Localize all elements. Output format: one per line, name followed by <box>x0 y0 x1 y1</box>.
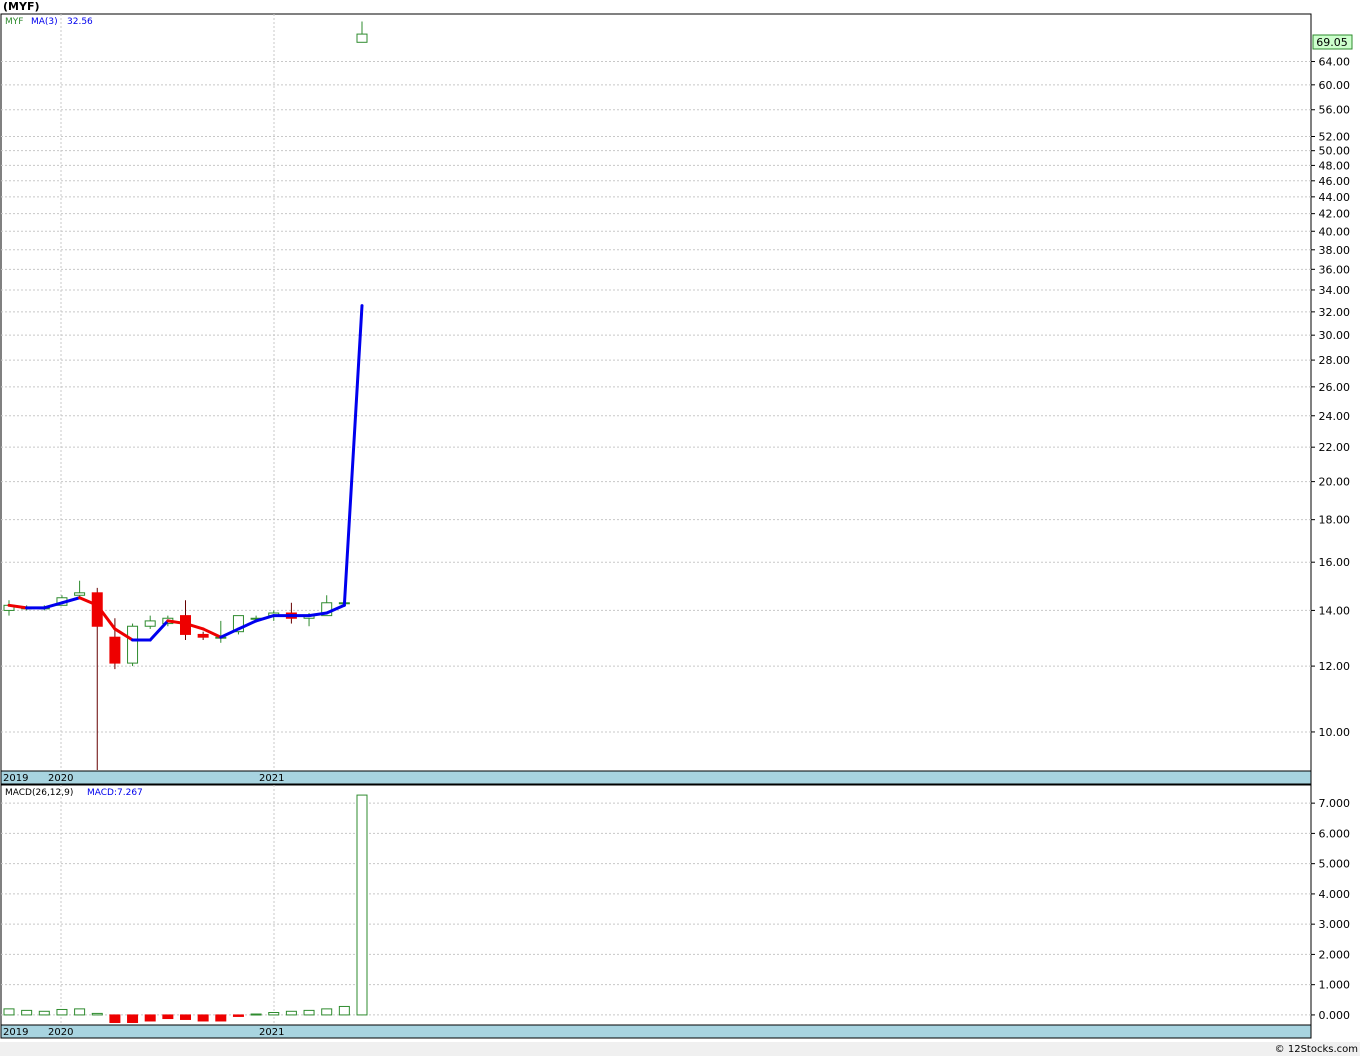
macd-bar <box>356 794 368 1016</box>
macd-bar <box>250 1013 262 1016</box>
macd-bar <box>74 1008 86 1016</box>
macd-bar <box>162 1014 174 1020</box>
macd-bar <box>215 1014 227 1022</box>
macd-panel <box>0 784 1312 1026</box>
symbol-label: MYF <box>5 17 23 27</box>
price-tick-label: 42.00 <box>1319 208 1351 221</box>
macd-bar <box>56 1008 68 1016</box>
price-tick-label: 64.00 <box>1319 56 1351 69</box>
price-tick-label: 38.00 <box>1319 244 1351 257</box>
x-axis-label: 2021 <box>259 1027 284 1038</box>
price-tick-label: 44.00 <box>1319 191 1351 204</box>
price-tick-label: 34.00 <box>1319 284 1351 297</box>
macd-bar <box>338 1005 350 1016</box>
macd-bar <box>21 1009 33 1016</box>
price-time-strip <box>0 770 1312 785</box>
x-axis-label: 2019 <box>3 1027 28 1038</box>
chart-svg: (MYF) 10.00 12.00 14.00 16.00 18.00 20.00 22.0… <box>0 0 1360 1056</box>
price-tick-label: 28.00 <box>1319 354 1351 367</box>
macd-bar <box>3 1008 15 1016</box>
macd-tick-label: 7.000 <box>1319 797 1351 810</box>
macd-bar <box>232 1014 244 1017</box>
macd-value-label: MACD:7.267 <box>87 788 143 798</box>
macd-bar <box>303 1009 315 1016</box>
price-tick-label: 22.00 <box>1319 441 1351 454</box>
x-axis-label: 2020 <box>48 1027 73 1038</box>
macd-tick-label: 1.000 <box>1319 979 1351 992</box>
macd-bar <box>91 1012 103 1016</box>
candle-body <box>109 636 121 664</box>
price-tick-label: 18.00 <box>1319 514 1351 527</box>
macd-bar <box>180 1014 191 1020</box>
ma-label: MA(3) <box>31 17 58 27</box>
macd-bar <box>38 1010 50 1016</box>
macd-tick-label: 3.000 <box>1319 918 1351 931</box>
candle-body <box>74 592 86 596</box>
macd-tick-label: 2.000 <box>1319 948 1351 961</box>
macd-bar <box>127 1014 139 1023</box>
price-tick-label: 26.00 <box>1319 381 1351 394</box>
price-tick-label: 50.00 <box>1319 145 1351 158</box>
stock-chart: (MYF) 10.00 12.00 14.00 16.00 18.00 20.00 22.0… <box>0 0 1360 1060</box>
chart-title: (MYF) <box>3 0 39 13</box>
price-tick-label: 24.00 <box>1319 410 1351 423</box>
macd-bar <box>285 1010 297 1016</box>
candle <box>127 623 139 667</box>
macd-bar <box>197 1014 209 1022</box>
macd-tick-label: 6.000 <box>1319 827 1351 840</box>
x-axis-label: 2019 <box>3 773 28 784</box>
price-tick-label: 52.00 <box>1319 131 1351 144</box>
price-tick-label: 60.00 <box>1319 79 1351 92</box>
price-tick-label: 16.00 <box>1319 556 1351 569</box>
price-tick-label: 36.00 <box>1319 263 1351 276</box>
macd-label: MACD(26,12,9) <box>5 788 73 798</box>
x-axis-label: 2020 <box>48 773 73 784</box>
macd-tick-label: 0.000 <box>1319 1009 1351 1022</box>
macd-bar <box>109 1014 121 1023</box>
price-tick-label: 40.00 <box>1319 225 1351 238</box>
macd-bar <box>144 1014 156 1022</box>
price-tick-label: 46.00 <box>1319 175 1351 188</box>
candle-body <box>197 633 209 638</box>
x-axis-label: 2021 <box>259 773 284 784</box>
last-price-text: 69.05 <box>1316 36 1348 49</box>
candle-body <box>356 33 368 43</box>
candle-body <box>144 620 156 627</box>
macd-bar <box>268 1012 280 1016</box>
footer-bar <box>0 1042 1360 1056</box>
price-tick-label: 48.00 <box>1319 159 1351 172</box>
price-tick-label: 20.00 <box>1319 476 1351 489</box>
macd-tick-label: 4.000 <box>1319 888 1351 901</box>
price-tick-label: 32.00 <box>1319 306 1351 319</box>
price-tick-label: 56.00 <box>1319 104 1351 117</box>
price-tick-label: 10.00 <box>1319 726 1351 739</box>
price-tick-label: 30.00 <box>1319 329 1351 342</box>
macd-bar <box>321 1008 333 1016</box>
macd-time-strip <box>0 1024 1312 1039</box>
candle-body <box>127 625 139 664</box>
price-tick-label: 14.00 <box>1319 604 1351 617</box>
price-panel <box>0 13 1312 772</box>
ma-value: 32.56 <box>67 17 93 27</box>
macd-tick-label: 5.000 <box>1319 858 1351 871</box>
price-tick-label: 12.00 <box>1319 660 1351 673</box>
copyright: © 12Stocks.com <box>1275 1044 1358 1055</box>
